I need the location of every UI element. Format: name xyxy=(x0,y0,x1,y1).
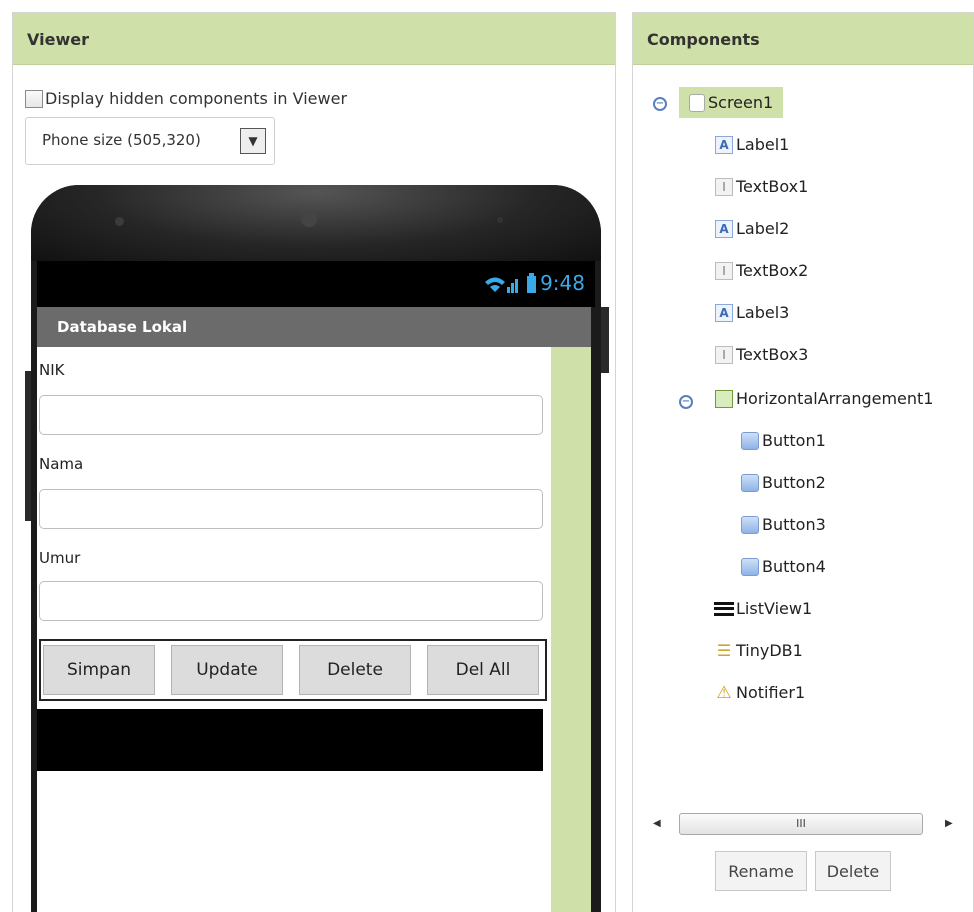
phone-side-button xyxy=(25,371,31,521)
tree-item-label: Notifier1 xyxy=(736,683,806,702)
button-icon xyxy=(741,473,759,492)
umur-label: Umur xyxy=(39,549,81,567)
delete-button[interactable]: Delete xyxy=(299,645,411,695)
button-icon xyxy=(741,557,759,576)
umur-input[interactable] xyxy=(39,581,543,621)
sensor-icon xyxy=(115,217,124,226)
tree-horizontal-scrollbar[interactable]: ◀ III ▶ xyxy=(647,813,959,837)
tree-item-label: TextBox3 xyxy=(736,345,809,364)
tree-item-tinydb1[interactable]: ☰ TinyDB1 xyxy=(715,641,803,660)
collapse-horizontal-arrangement-icon[interactable]: − xyxy=(679,395,693,409)
nik-label: NIK xyxy=(39,361,65,379)
listview-icon xyxy=(714,601,734,616)
tree-item-textbox3[interactable]: I TextBox3 xyxy=(715,345,808,364)
textbox-icon: I xyxy=(715,177,733,196)
tree-item-button4[interactable]: Button4 xyxy=(741,557,826,576)
tree-item-listview1[interactable]: ListView1 xyxy=(714,599,813,618)
tree-item-notifier1[interactable]: ⚠ Notifier1 xyxy=(715,682,806,703)
phone-power-button xyxy=(601,307,609,373)
tree-item-label: Screen1 xyxy=(708,93,774,112)
phone-size-value: Phone size (505,320) xyxy=(42,131,201,149)
nama-input[interactable] xyxy=(39,489,543,529)
tinydb-icon: ☰ xyxy=(716,641,732,660)
dropdown-arrow-icon[interactable]: ▼ xyxy=(240,128,266,154)
textbox-icon: I xyxy=(715,261,733,280)
textbox-icon: I xyxy=(715,345,733,364)
viewer-panel: Viewer Display hidden components in View… xyxy=(12,12,616,912)
tree-item-textbox2[interactable]: I TextBox2 xyxy=(715,261,808,280)
nik-input[interactable] xyxy=(39,395,543,435)
scroll-right-icon[interactable]: ▶ xyxy=(945,818,953,829)
components-header: Components xyxy=(633,13,973,65)
horizontal-arrangement: Simpan Update Delete Del All xyxy=(39,639,547,701)
tree-item-button1[interactable]: Button1 xyxy=(741,431,826,450)
button-icon xyxy=(741,431,759,450)
del-all-button[interactable]: Del All xyxy=(427,645,539,695)
tree-item-label1[interactable]: A Label1 xyxy=(715,135,789,154)
screen-icon xyxy=(689,93,705,112)
label-icon: A xyxy=(715,219,733,238)
status-bar: 9:48 xyxy=(37,261,595,307)
tree-item-label3[interactable]: A Label3 xyxy=(715,303,789,322)
collapse-screen1-icon[interactable]: − xyxy=(653,97,667,111)
display-hidden-toggle[interactable]: Display hidden components in Viewer xyxy=(25,89,347,108)
delete-component-button[interactable]: Delete xyxy=(815,851,891,891)
tree-item-label: TextBox1 xyxy=(736,177,809,196)
app-title-bar: Database Lokal xyxy=(37,307,591,347)
camera-icon xyxy=(301,211,317,227)
status-time: 9:48 xyxy=(540,271,585,295)
tree-item-label: Button2 xyxy=(762,473,826,492)
scroll-thumb[interactable]: III xyxy=(679,813,923,835)
speaker-dot-icon xyxy=(497,217,503,223)
viewer-header: Viewer xyxy=(13,13,615,65)
tree-item-label: TinyDB1 xyxy=(736,641,803,660)
tree-item-screen1[interactable]: Screen1 xyxy=(679,87,784,118)
screen-scroll-area xyxy=(551,347,591,912)
scroll-left-icon[interactable]: ◀ xyxy=(653,818,661,829)
tree-item-label: ListView1 xyxy=(736,599,813,618)
phone-mockup: 9:48 Database Lokal NIK Nama Umur Simpan… xyxy=(25,185,609,912)
simpan-button[interactable]: Simpan xyxy=(43,645,155,695)
notifier-icon: ⚠ xyxy=(716,682,732,703)
tree-item-label: Label2 xyxy=(736,219,790,238)
phone-size-select[interactable]: Phone size (505,320) ▼ xyxy=(25,117,275,165)
tree-item-label: Button4 xyxy=(762,557,826,576)
display-hidden-checkbox[interactable] xyxy=(25,89,43,108)
display-hidden-label: Display hidden components in Viewer xyxy=(45,89,348,108)
tree-item-textbox1[interactable]: I TextBox1 xyxy=(715,177,808,196)
components-panel: Components − Screen1 A Label1 I TextBox1… xyxy=(632,12,974,912)
horizontal-arrangement-icon xyxy=(715,389,733,408)
tree-item-label2[interactable]: A Label2 xyxy=(715,219,789,238)
label-icon: A xyxy=(715,303,733,322)
update-button[interactable]: Update xyxy=(171,645,283,695)
tree-item-label: Button1 xyxy=(762,431,826,450)
tree-item-label: Label1 xyxy=(736,135,790,154)
tree-item-horizontalarrangement1[interactable]: HorizontalArrangement1 xyxy=(715,389,933,408)
rename-button[interactable]: Rename xyxy=(715,851,807,891)
tree-item-button3[interactable]: Button3 xyxy=(741,515,826,534)
listview[interactable] xyxy=(37,709,543,771)
label-icon: A xyxy=(715,135,733,154)
tree-item-label: Button3 xyxy=(762,515,826,534)
tree-item-label: HorizontalArrangement1 xyxy=(736,389,934,408)
app-screen: NIK Nama Umur Simpan Update Delete Del A… xyxy=(37,347,591,912)
tree-item-button2[interactable]: Button2 xyxy=(741,473,826,492)
tree-item-label: Label3 xyxy=(736,303,790,322)
wifi-signal-battery-icon xyxy=(483,273,537,300)
phone-bezel-top xyxy=(31,185,601,261)
nama-label: Nama xyxy=(39,455,84,473)
button-icon xyxy=(741,515,759,534)
tree-item-label: TextBox2 xyxy=(736,261,809,280)
